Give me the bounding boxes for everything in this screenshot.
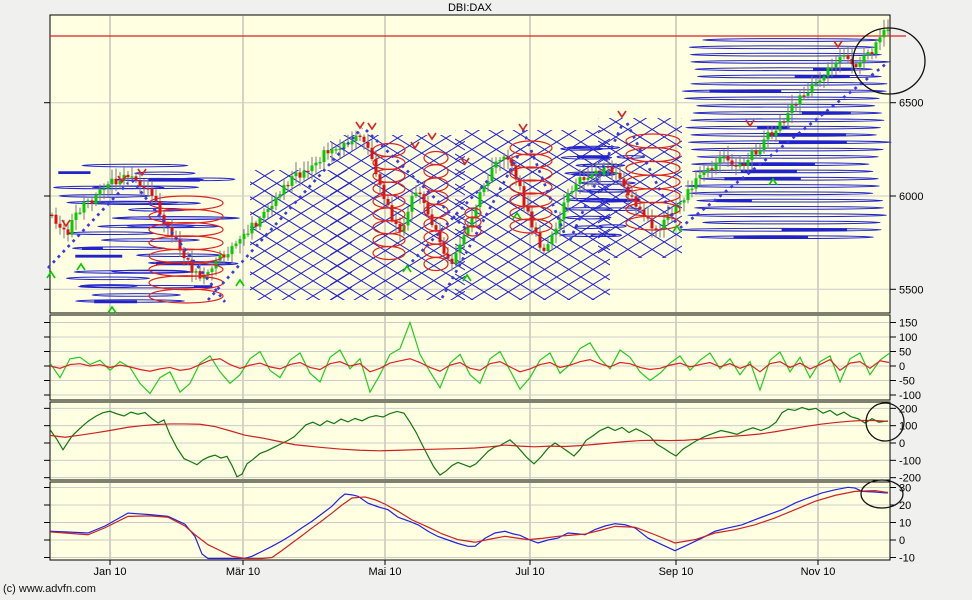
- x-axis-label: Mär 10: [226, 566, 260, 578]
- price-panel-ytick: 5500: [899, 284, 923, 296]
- oscillator-panel-1-ytick: 100: [899, 332, 917, 344]
- oscillator-panel-1-ytick: -50: [899, 376, 915, 388]
- chart-canvas: 650060005500150100500-50-1002001000-100-…: [0, 0, 972, 600]
- oscillator-panel-3-ytick: -10: [899, 553, 915, 565]
- oscillator-panel-1-ytick: 0: [899, 361, 905, 373]
- chart-title: DBI:DAX: [50, 2, 890, 14]
- oscillator-panel-1-ytick: 50: [899, 347, 911, 359]
- oscillator-panel-3-ytick: 10: [899, 518, 911, 530]
- x-axis-label: Jan 10: [93, 566, 126, 578]
- price-panel-ytick: 6000: [899, 191, 923, 203]
- oscillator-panel-1-ytick: -100: [899, 390, 921, 402]
- x-axis-label: Jul 10: [515, 566, 544, 578]
- price-panel-ytick: 6500: [899, 98, 923, 110]
- oscillator-panel-2-ytick: -100: [899, 455, 921, 467]
- oscillator-panel-1-ytick: 150: [899, 318, 917, 330]
- x-axis-label: Mai 10: [368, 566, 401, 578]
- copyright: (c) www.advfn.com: [3, 583, 96, 595]
- x-axis-label: Nov 10: [801, 566, 836, 578]
- x-axis-label: Sep 10: [659, 566, 694, 578]
- advfn-chart-page: DBI:DAX 650060005500150100500-50-1002001…: [0, 0, 972, 600]
- x-axis: Jan 10 Mär 10 Mai 10 Jul 10 Sep 10 Nov 10: [93, 560, 835, 578]
- oscillator-panel-3-ytick: 0: [899, 535, 905, 547]
- oscillator-panel-2-ytick: 0: [899, 438, 905, 450]
- oscillator-panel-3-ytick: 20: [899, 500, 911, 512]
